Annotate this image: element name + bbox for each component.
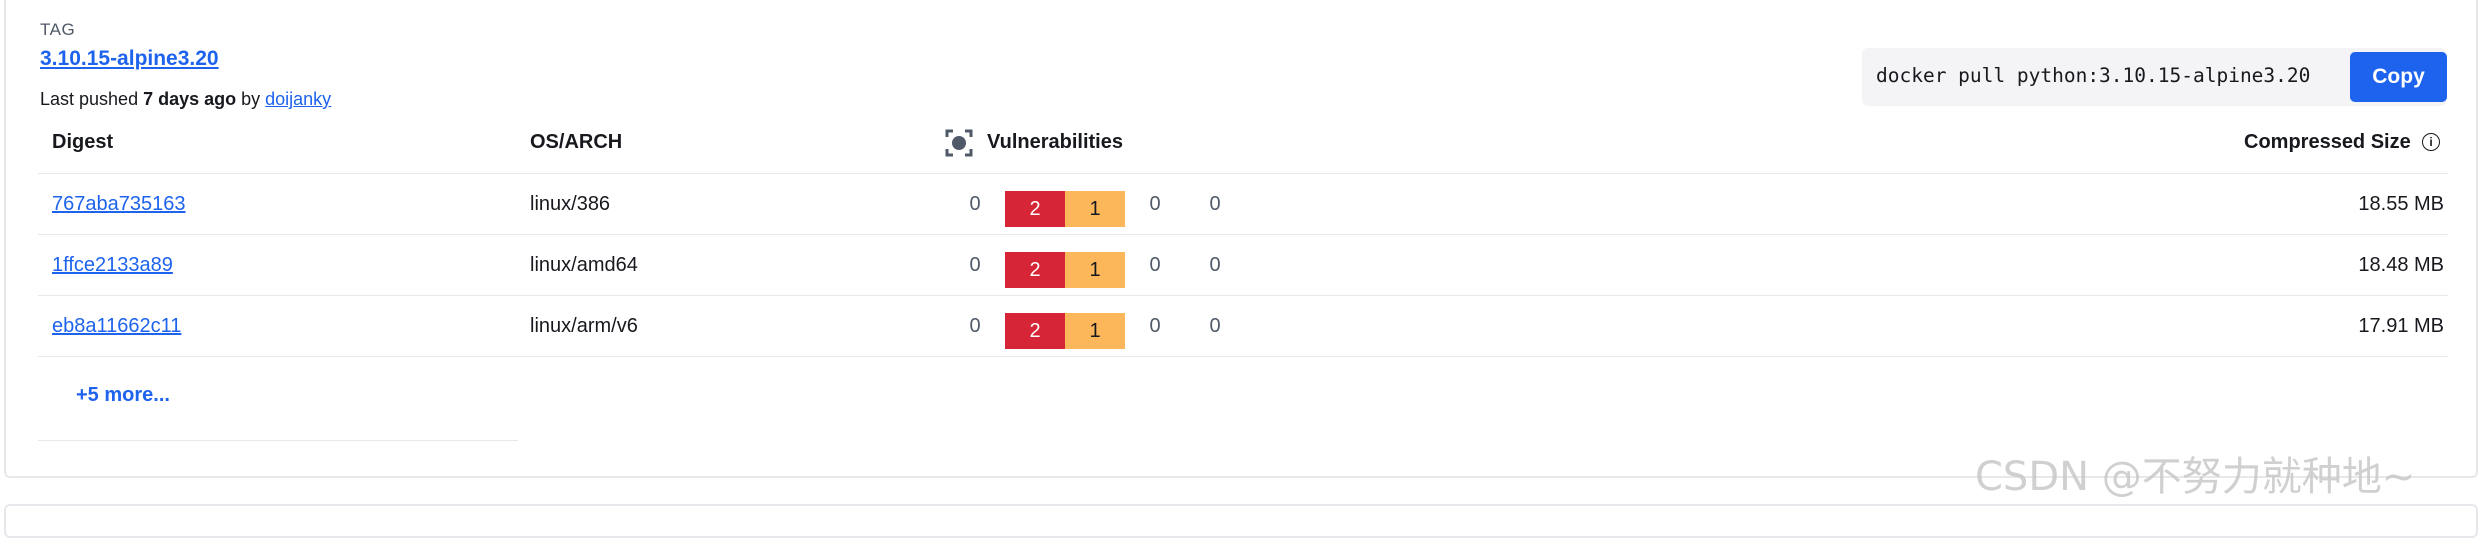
vulnerabilities-header: Vulnerabilities xyxy=(987,131,1123,153)
digest-header: Digest xyxy=(52,131,114,153)
pushed-by: by xyxy=(236,89,266,109)
show-more-link[interactable]: +5 more... xyxy=(76,384,170,407)
last-pushed-info: Last pushed 7 days ago by doijanky xyxy=(40,89,331,110)
high-count[interactable]: 2 xyxy=(1005,252,1065,288)
critical-count: 0 xyxy=(969,315,981,337)
scan-icon xyxy=(945,129,973,157)
watermark: CSDN @不努力就种地~ xyxy=(1975,454,2416,500)
row-divider xyxy=(38,356,2448,357)
low-count: 0 xyxy=(1149,315,1161,337)
compressed-size-value: 17.91 MB xyxy=(2358,315,2444,337)
high-count[interactable]: 2 xyxy=(1005,191,1065,227)
pushed-time: 7 days ago xyxy=(143,89,237,109)
unspecified-count: 0 xyxy=(1209,193,1221,215)
medium-count[interactable]: 1 xyxy=(1065,313,1125,349)
digest-link[interactable]: 1ffce2133a89 xyxy=(52,235,173,295)
pushed-prefix: Last pushed xyxy=(40,89,144,109)
compressed-size-header: Compressed Size xyxy=(2244,131,2411,153)
info-icon[interactable]: i xyxy=(2422,133,2440,151)
pull-command[interactable]: docker pull python:3.10.15-alpine3.20 xyxy=(1876,64,2310,87)
unspecified-count: 0 xyxy=(1209,254,1221,276)
critical-count: 0 xyxy=(969,254,981,276)
digest-link[interactable]: 767aba735163 xyxy=(52,174,185,234)
copy-button[interactable]: Copy xyxy=(2350,52,2447,102)
high-count[interactable]: 2 xyxy=(1005,313,1065,349)
critical-count: 0 xyxy=(969,193,981,215)
medium-count[interactable]: 1 xyxy=(1065,191,1125,227)
pushed-user-link[interactable]: doijanky xyxy=(265,89,331,109)
os-arch-value: linux/386 xyxy=(530,193,611,215)
compressed-size-value: 18.55 MB xyxy=(2358,193,2444,215)
more-divider xyxy=(38,440,518,441)
low-count: 0 xyxy=(1149,254,1161,276)
table-row: eb8a11662c11 linux/arm/v6 0 2 1 0 0 17.9… xyxy=(0,296,2478,356)
compressed-size-value: 18.48 MB xyxy=(2358,254,2444,276)
tag-name-link[interactable]: 3.10.15-alpine3.20 xyxy=(40,47,219,71)
tag-label: TAG xyxy=(40,20,76,39)
low-count: 0 xyxy=(1149,193,1161,215)
digest-link[interactable]: eb8a11662c11 xyxy=(52,296,181,356)
table-row: 1ffce2133a89 linux/amd64 0 2 1 0 0 18.48… xyxy=(0,235,2478,295)
table-row: 767aba735163 linux/386 0 2 1 0 0 18.55 M… xyxy=(0,174,2478,234)
medium-count[interactable]: 1 xyxy=(1065,252,1125,288)
os-arch-value: linux/arm/v6 xyxy=(530,315,638,337)
os-arch-header: OS/ARCH xyxy=(530,131,623,153)
next-tag-card xyxy=(4,504,2478,538)
os-arch-value: linux/amd64 xyxy=(530,254,638,276)
unspecified-count: 0 xyxy=(1209,315,1221,337)
